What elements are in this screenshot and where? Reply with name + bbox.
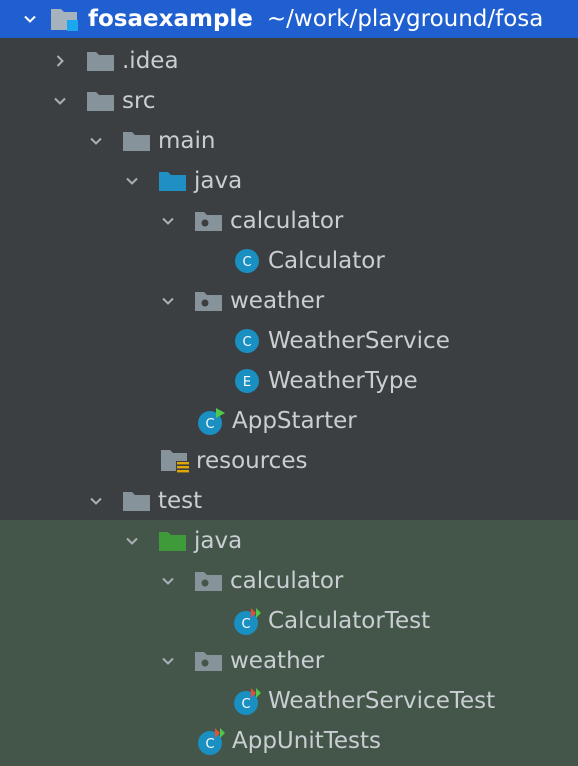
svg-text:C: C — [205, 737, 214, 752]
tree-label: .idea — [122, 48, 179, 74]
tree-label: calculator — [230, 208, 344, 234]
folder-icon — [122, 489, 152, 513]
enum-icon: E — [232, 366, 262, 396]
tree-row-test-package-weather[interactable]: weather — [0, 641, 578, 681]
svg-text:C: C — [241, 697, 250, 712]
tree-row-class-appunittests[interactable]: C AppUnitTests — [0, 721, 578, 761]
chevron-down-icon[interactable] — [120, 529, 144, 553]
tree-label: CalculatorTest — [268, 608, 431, 634]
tree-row-resources[interactable]: resources — [0, 441, 578, 481]
package-icon — [194, 289, 224, 313]
svg-text:C: C — [241, 617, 250, 632]
test-folder-icon — [158, 529, 188, 553]
tree-row-class-weatherservicetest[interactable]: C WeatherServiceTest — [0, 681, 578, 721]
tree-label: AppUnitTests — [232, 728, 382, 754]
test-class-icon: C — [196, 726, 226, 756]
chevron-down-icon[interactable] — [84, 129, 108, 153]
tree-row-project-root[interactable]: fosaexample ~/work/playground/fosa — [0, 0, 578, 38]
source-folder-icon — [158, 169, 188, 193]
tree-label: WeatherService — [268, 328, 450, 354]
chevron-down-icon[interactable] — [120, 169, 144, 193]
test-class-icon: C — [232, 686, 262, 716]
tree-label: weather — [230, 288, 325, 314]
tree-label: WeatherServiceTest — [268, 688, 496, 714]
tree-row-main[interactable]: main — [0, 121, 578, 161]
tree-row-test-package-calculator[interactable]: calculator — [0, 561, 578, 601]
tree-label: test — [158, 488, 203, 514]
tree-row-src[interactable]: src — [0, 81, 578, 121]
runnable-class-icon: C — [196, 406, 226, 436]
package-icon — [194, 649, 224, 673]
tree-row-package-weather[interactable]: weather — [0, 281, 578, 321]
tree-label: java — [194, 168, 243, 194]
tree-row-idea[interactable]: .idea — [0, 41, 578, 81]
class-icon: C — [232, 326, 262, 356]
package-icon — [194, 569, 224, 593]
tree-row-class-calculatortest[interactable]: C CalculatorTest — [0, 601, 578, 641]
chevron-down-icon[interactable] — [18, 7, 42, 31]
chevron-down-icon[interactable] — [48, 89, 72, 113]
tree-row-test[interactable]: test — [0, 481, 578, 521]
tree-label: AppStarter — [232, 408, 357, 434]
chevron-down-icon[interactable] — [156, 649, 180, 673]
tree-row-main-java[interactable]: java — [0, 161, 578, 201]
module-icon — [50, 6, 82, 32]
project-path: ~/work/playground/fosa — [266, 6, 544, 32]
tree-row-package-calculator[interactable]: calculator — [0, 201, 578, 241]
tree-label: WeatherType — [268, 368, 418, 394]
tree-row-test-java[interactable]: java — [0, 521, 578, 561]
tree-row-class-weatherservice[interactable]: C WeatherService — [0, 321, 578, 361]
svg-text:E: E — [243, 375, 251, 390]
class-icon: C — [232, 246, 262, 276]
tree-row-class-appstarter[interactable]: C AppStarter — [0, 401, 578, 441]
tree-row-class-calculator[interactable]: C Calculator — [0, 241, 578, 281]
folder-icon — [86, 49, 116, 73]
project-name: fosaexample — [88, 6, 253, 32]
folder-icon — [86, 89, 116, 113]
folder-icon — [122, 129, 152, 153]
tree-row-enum-weathertype[interactable]: E WeatherType — [0, 361, 578, 401]
chevron-down-icon[interactable] — [156, 289, 180, 313]
tree-label: resources — [196, 448, 308, 474]
chevron-down-icon[interactable] — [156, 209, 180, 233]
resources-folder-icon — [160, 447, 192, 475]
package-icon — [194, 209, 224, 233]
tree-label: calculator — [230, 568, 344, 594]
chevron-down-icon[interactable] — [84, 489, 108, 513]
tree-label: Calculator — [268, 248, 385, 274]
tree-label: src — [122, 88, 156, 114]
svg-text:C: C — [242, 255, 251, 270]
tree-label: java — [194, 528, 243, 554]
tree-label: main — [158, 128, 216, 154]
svg-text:C: C — [205, 417, 214, 432]
chevron-right-icon[interactable] — [48, 49, 72, 73]
tree-label: weather — [230, 648, 325, 674]
test-class-icon: C — [232, 606, 262, 636]
chevron-down-icon[interactable] — [156, 569, 180, 593]
svg-text:C: C — [242, 335, 251, 350]
